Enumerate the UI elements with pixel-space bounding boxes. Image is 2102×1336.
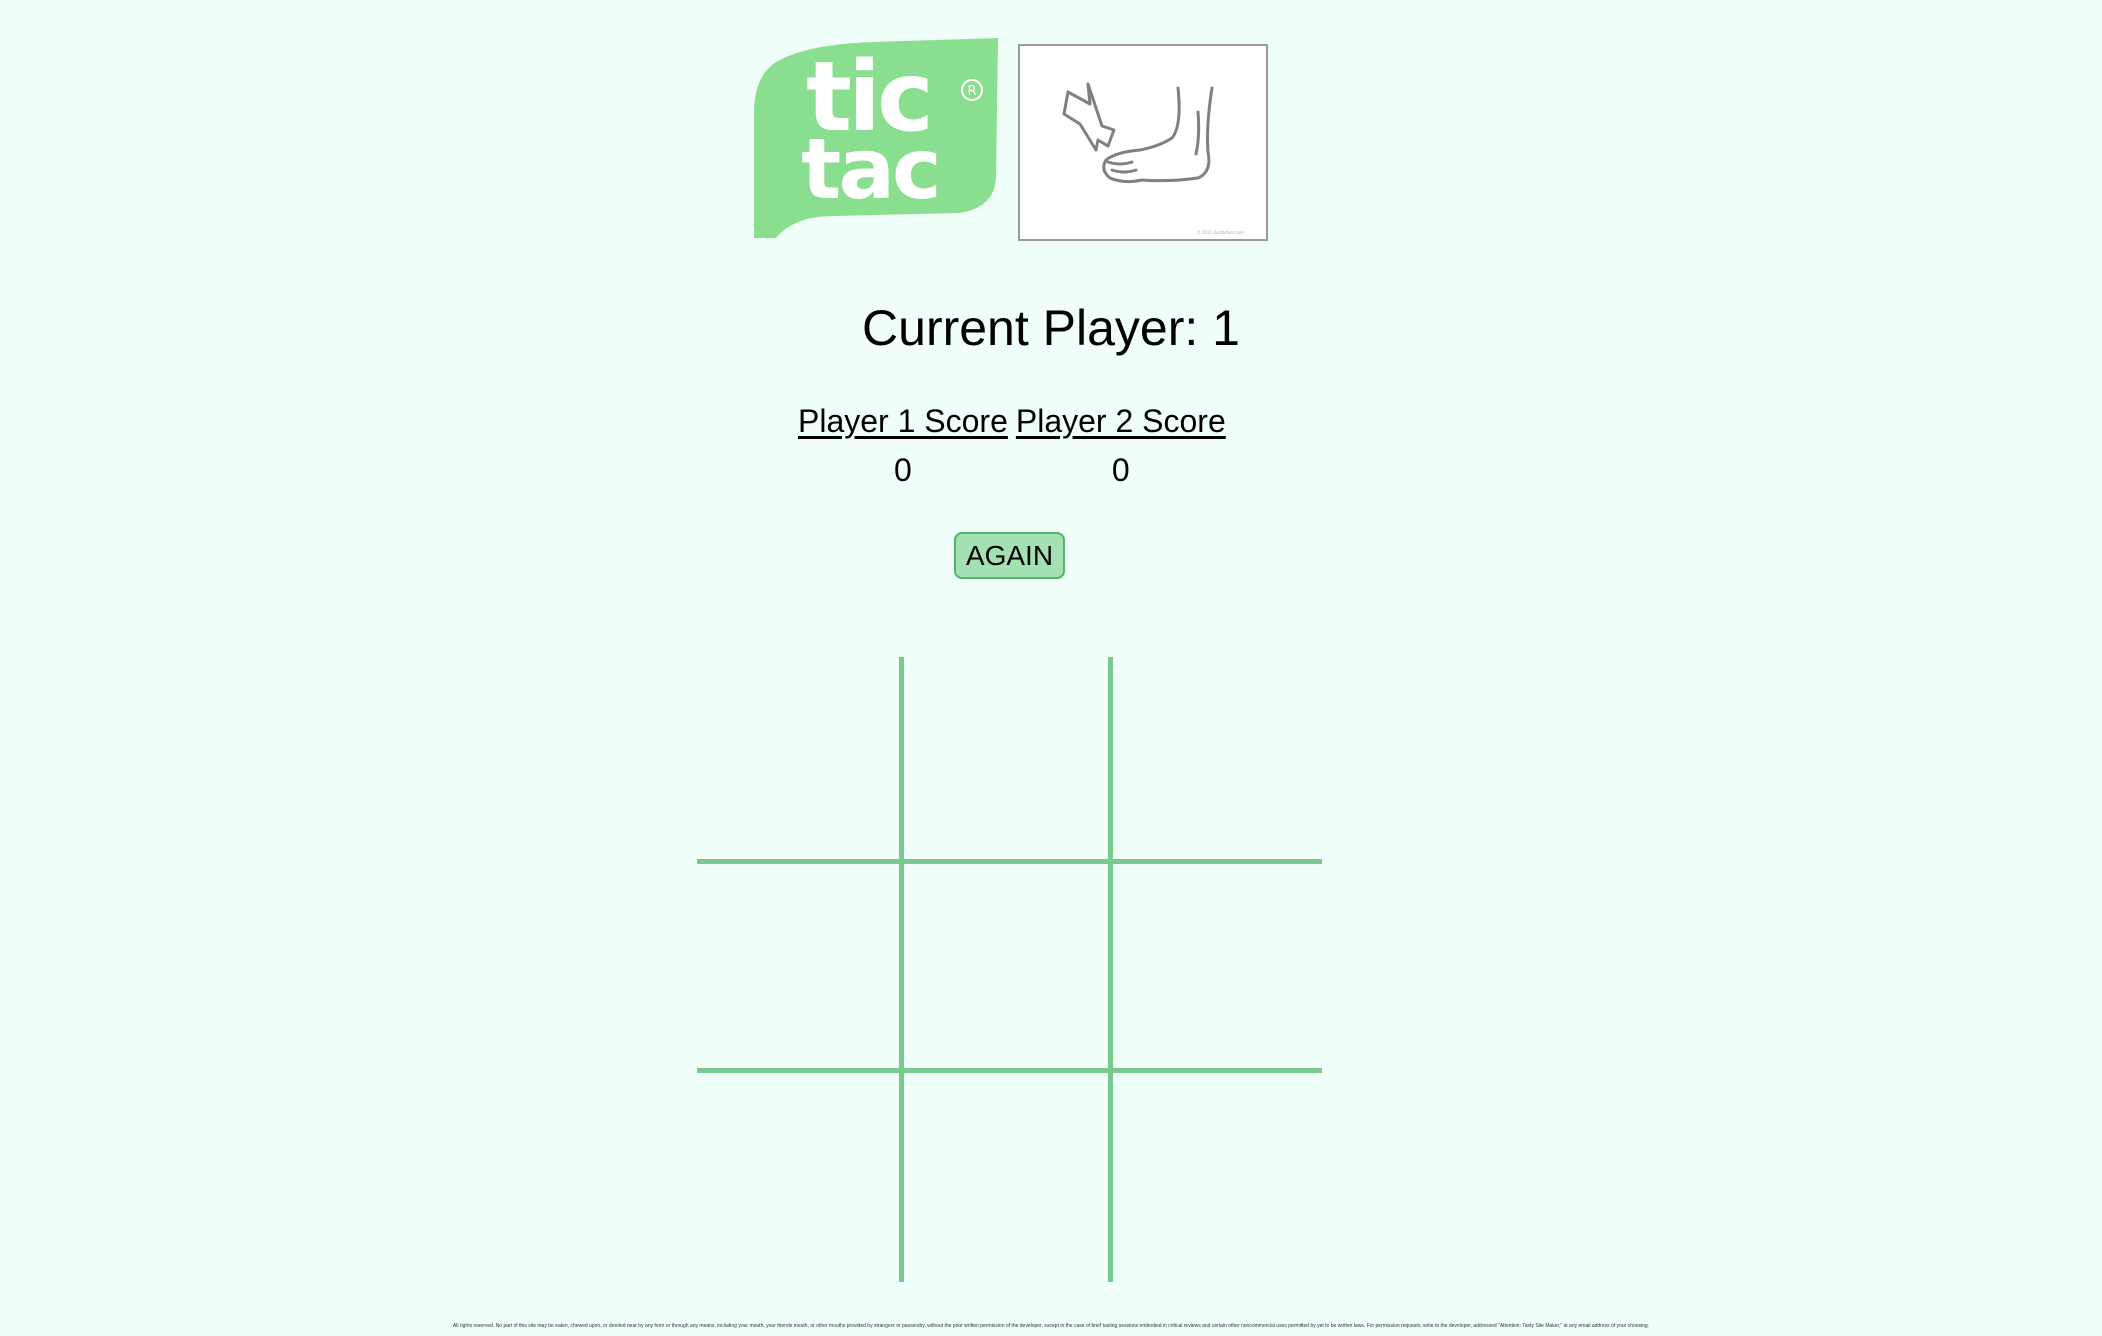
- svg-text:R: R: [967, 84, 976, 99]
- board-cell-8[interactable]: [904, 1073, 1113, 1282]
- player1-score-column: Player 1 Score 0: [798, 400, 1008, 490]
- current-player-label: Current Player: 1: [862, 300, 1240, 356]
- svg-text:tac: tac: [801, 120, 939, 218]
- foot-image: © 2011 doctorfoot.com: [1018, 44, 1268, 241]
- player1-score-value: 0: [894, 452, 912, 488]
- board-cell-7[interactable]: [697, 1073, 904, 1282]
- again-button[interactable]: AGAIN: [954, 532, 1065, 579]
- legal-footer: All rights reserved. No part of this sit…: [452, 1323, 1650, 1329]
- board-cell-4[interactable]: [697, 864, 904, 1073]
- tictac-logo: tic tac R: [754, 38, 998, 238]
- player2-score-heading: Player 2 Score: [1015, 403, 1226, 439]
- board-cell-6[interactable]: [1113, 864, 1322, 1073]
- board-cell-5[interactable]: [904, 864, 1113, 1073]
- board-cell-3[interactable]: [1113, 657, 1322, 864]
- score-table: Player 1 Score 0 Player 2 Score 0: [798, 400, 1226, 490]
- player2-score-column: Player 2 Score 0: [1016, 400, 1226, 490]
- board-cell-2[interactable]: [904, 657, 1113, 864]
- game-board: [697, 657, 1322, 1282]
- tic-tac-toe-page: tic tac R © 2011 doctorfoot.com Current …: [0, 0, 2102, 1336]
- board-cell-9[interactable]: [1113, 1073, 1322, 1282]
- board-cell-1[interactable]: [697, 657, 904, 864]
- foot-drawing-icon: © 2011 doctorfoot.com: [1062, 82, 1244, 235]
- player2-score-value: 0: [1111, 452, 1130, 488]
- player1-score-heading: Player 1 Score: [798, 403, 1008, 439]
- foot-image-credit: © 2011 doctorfoot.com: [1197, 230, 1244, 235]
